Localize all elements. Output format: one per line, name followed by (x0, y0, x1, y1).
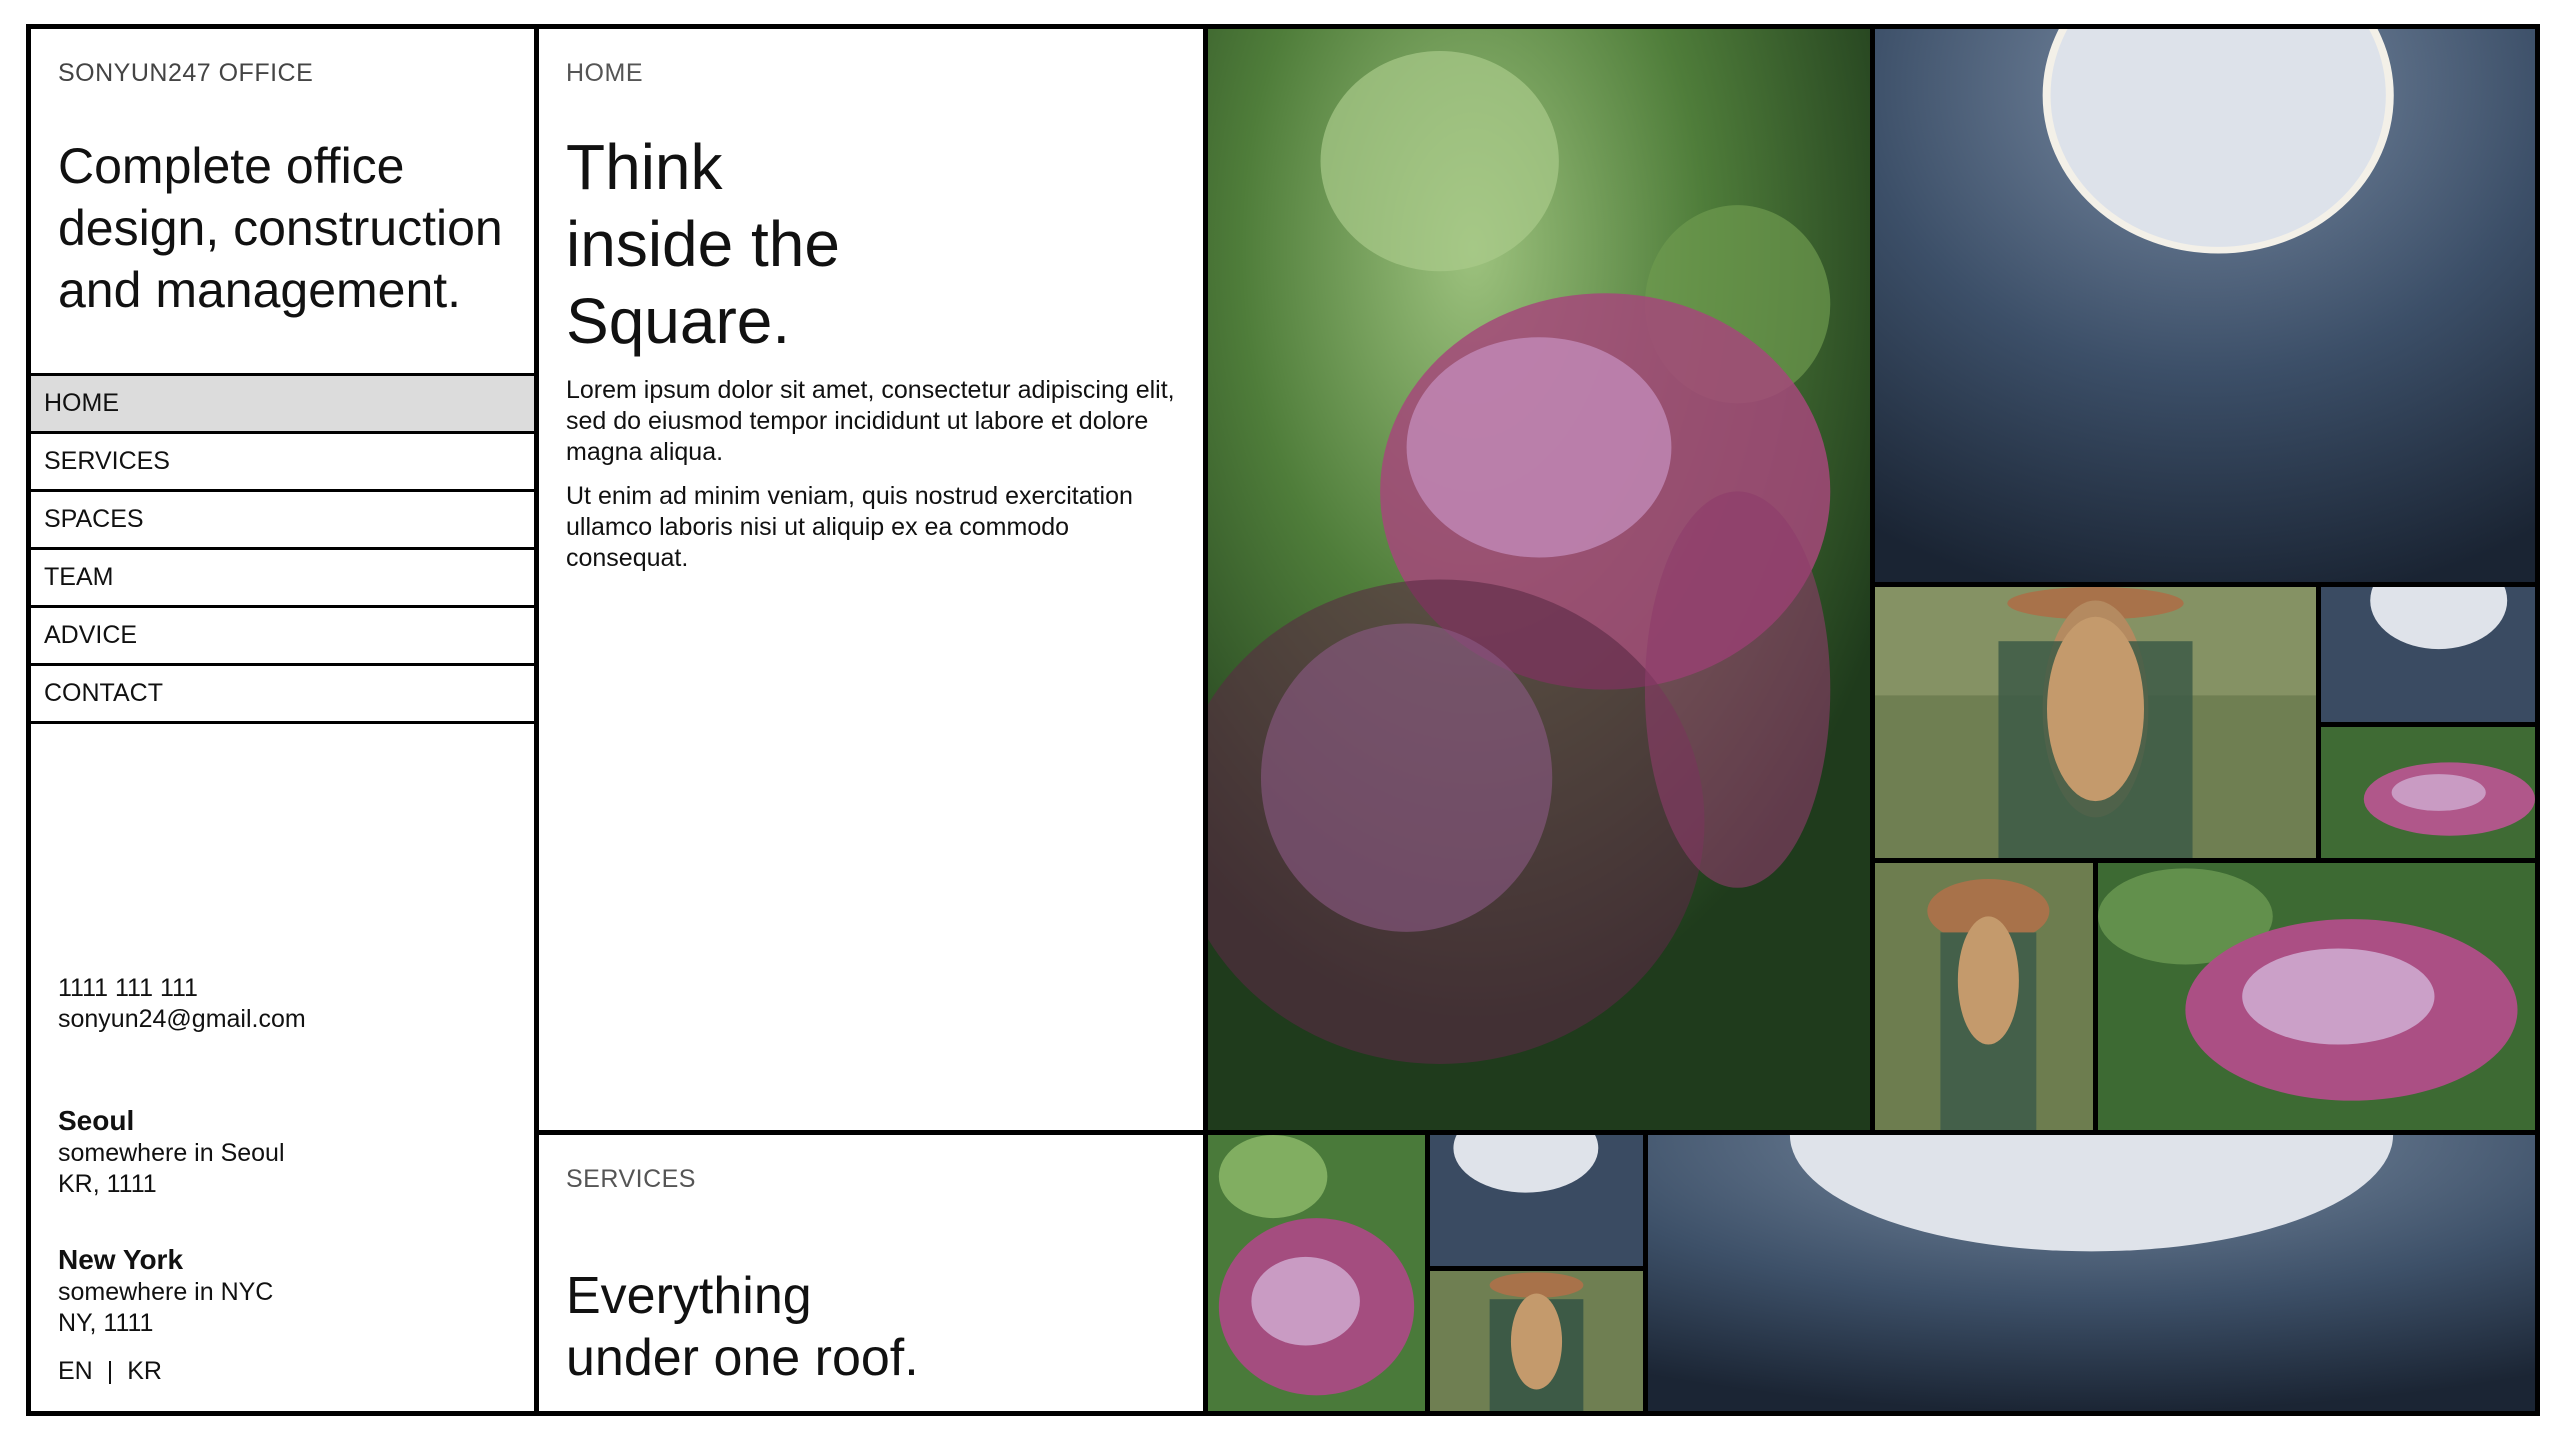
lang-en-link[interactable]: EN (58, 1357, 93, 1385)
nav-item-contact[interactable]: CONTACT (31, 666, 534, 724)
language-switcher: EN | KR (58, 1357, 162, 1386)
home-headline: Think inside the Square. (566, 129, 840, 360)
headline-line: Think (566, 131, 723, 203)
lilac-photo-small[interactable] (2321, 727, 2535, 858)
intro-paragraph: Lorem ipsum dolor sit amet, consectetur … (566, 376, 1175, 466)
tagline: Complete office design, construction and… (58, 138, 503, 318)
office-address-line: KR, 1111 (58, 1170, 157, 1198)
nav-item-advice[interactable]: ADVICE (31, 608, 534, 666)
office-address-line: somewhere in Seoul (58, 1139, 285, 1167)
intro-paragraph: Ut enim ad minim veniam, quis nostrud ex… (566, 482, 1133, 572)
home-panel: HOME Think inside the Square. Lorem ipsu… (539, 29, 1203, 1130)
headline-line: Square. (566, 285, 791, 357)
services-panel: SERVICES Everything under one roof. (539, 1135, 1203, 1411)
office-address-line: NY, 1111 (58, 1309, 154, 1337)
lang-kr-link[interactable]: KR (127, 1357, 162, 1385)
brand-name[interactable]: SONYUN247 OFFICE (58, 59, 313, 88)
lang-separator: | (106, 1357, 114, 1385)
nav-item-home[interactable]: HOME (31, 376, 534, 434)
lilac-photo-bottom[interactable] (1208, 1135, 1425, 1411)
woman-field-photo-bottom[interactable] (1430, 1271, 1643, 1411)
tower-photo-wide[interactable] (1648, 1135, 2535, 1411)
headline-line: under one roof. (566, 1329, 919, 1387)
office-seoul: Seoul somewhere in Seoul KR, 1111 (58, 1105, 285, 1200)
sidebar: SONYUN247 OFFICE Complete office design,… (31, 29, 534, 1411)
office-new-york: New York somewhere in NYC NY, 1111 (58, 1244, 273, 1339)
section-label-home: HOME (566, 59, 643, 87)
headline-line: Everything (566, 1267, 812, 1325)
headline-line: inside the (566, 208, 840, 280)
nav-item-spaces[interactable]: SPACES (31, 492, 534, 550)
nav-item-team[interactable]: TEAM (31, 550, 534, 608)
tower-photo-small[interactable] (2321, 587, 2535, 722)
tower-photo-bottom-small[interactable] (1430, 1135, 1643, 1266)
office-city: New York (58, 1244, 184, 1275)
services-headline: Everything under one roof. (566, 1265, 919, 1389)
page-frame: SONYUN247 OFFICE Complete office design,… (26, 24, 2540, 1416)
section-label-services: SERVICES (566, 1165, 696, 1193)
email-address[interactable]: sonyun24@gmail.com (58, 1004, 306, 1035)
lilac-photo-large[interactable] (1208, 29, 1870, 1130)
office-city: Seoul (58, 1105, 135, 1136)
main-nav: HOME SERVICES SPACES TEAM ADVICE CONTACT (31, 373, 534, 724)
nav-item-services[interactable]: SERVICES (31, 434, 534, 492)
woman-hat-photo[interactable] (1875, 863, 2093, 1130)
contact-info: 1111 111 111 sonyun24@gmail.com (58, 973, 306, 1035)
lilac-photo-medium[interactable] (2098, 863, 2535, 1130)
woman-field-photo[interactable] (1875, 587, 2316, 858)
phone-number[interactable]: 1111 111 111 (58, 973, 306, 1004)
tower-photo-large[interactable] (1875, 29, 2535, 582)
office-address-line: somewhere in NYC (58, 1278, 274, 1306)
